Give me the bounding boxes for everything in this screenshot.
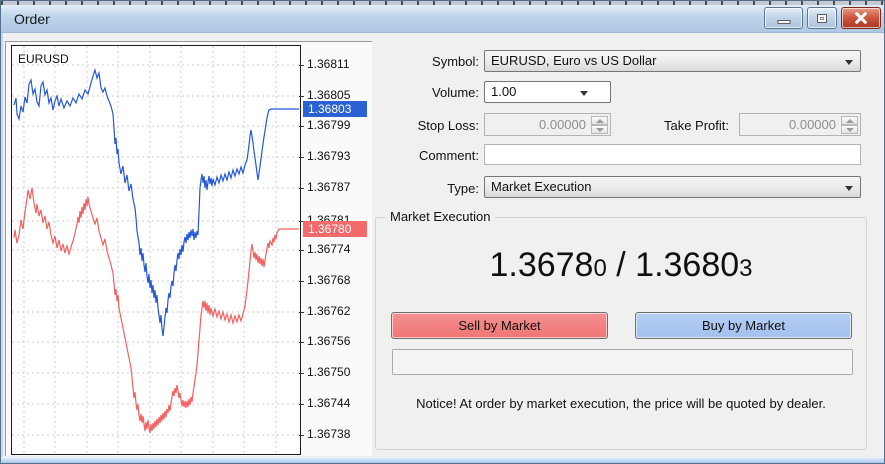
execution-progress-bar [392,349,853,375]
close-button[interactable] [841,7,881,29]
symbol-combobox[interactable]: EURUSD, Euro vs US Dollar [484,50,861,72]
take-profit-spinner [841,116,858,134]
tick-chart-svg [12,46,300,454]
symbol-value: EURUSD, Euro vs US Dollar [491,53,657,68]
take-profit-value: 0.00000 [789,117,836,132]
price-axis-label: 1.36762 [307,304,351,318]
close-icon [855,12,868,25]
window-border-left [1,33,3,457]
price-axis-tick [299,373,304,374]
price-axis-tick [299,188,304,189]
volume-label: Volume: [432,85,479,100]
chevron-down-icon [845,186,853,191]
type-label: Type: [447,181,479,196]
price-axis-label: 1.36793 [307,149,351,163]
group-title: Market Execution [385,209,496,224]
volume-value: 1.00 [491,84,517,99]
bid-price-last-digit: 0 [593,255,607,282]
stop-loss-value: 0.00000 [539,117,586,132]
chevron-down-icon [580,91,588,96]
maximize-button[interactable] [807,7,837,29]
price-separator: / [606,246,636,284]
price-axis-tick [299,404,304,405]
market-execution-group: Market Execution 1.36780 / 1.36803 Sell … [375,209,867,450]
window-border-bottom [1,457,884,463]
window-title: Order [14,11,50,27]
volume-combobox[interactable]: 1.00 [484,81,611,103]
spin-up-icon [841,116,858,125]
order-type-combobox[interactable]: Market Execution [484,176,861,198]
price-axis-label: 1.36756 [307,334,351,348]
order-dialog: Order EURUSD 1.36811 1.36805 1.36799 1.3679… [0,0,885,464]
price-axis-tick [299,435,304,436]
price-axis-tick [299,342,304,343]
symbol-label: Symbol: [432,54,479,69]
price-axis-label: 1.36774 [307,242,351,256]
tick-chart: EURUSD [11,45,301,455]
bid-price: 1.3678 [489,246,594,284]
price-axis-tick [299,250,304,251]
price-axis-tick [299,65,304,66]
price-axis-label: 1.36750 [307,365,351,379]
spin-up-icon [591,116,608,125]
ask-price: 1.3680 [635,246,740,284]
stop-loss-label: Stop Loss: [417,118,479,133]
minimize-button[interactable] [764,7,803,29]
bid-line [13,187,299,434]
sell-by-market-button[interactable]: Sell by Market [391,312,608,339]
bid-ask-quote: 1.36780 / 1.36803 [376,246,866,285]
price-axis-tick [299,126,304,127]
comment-label: Comment: [419,148,479,163]
buy-by-market-button[interactable]: Buy by Market [635,312,852,339]
maximize-icon [817,14,827,23]
tick-chart-panel: EURUSD 1.36811 1.36805 1.36799 1.36793 1.367… [5,41,372,456]
take-profit-label: Take Profit: [663,118,729,133]
ask-line [13,67,299,337]
price-axis-label: 1.36799 [307,118,351,132]
bid-price-marker: 1.36780 [303,221,367,237]
stop-loss-spinner [591,116,608,134]
ask-price-last-digit: 3 [739,255,753,282]
chart-symbol-label: EURUSD [18,52,69,66]
titlebar[interactable]: Order [1,5,884,33]
price-axis-label: 1.36787 [307,180,351,194]
take-profit-field: 0.00000 [739,113,861,136]
price-axis-label: 1.36744 [307,396,351,410]
price-axis-label: 1.36768 [307,273,351,287]
price-axis-tick [299,157,304,158]
minimize-icon [777,20,790,24]
chevron-down-icon [845,60,853,65]
ask-price-marker: 1.36803 [303,101,367,117]
order-type-value: Market Execution [491,179,592,194]
price-axis-tick [299,96,304,97]
stop-loss-field: 0.00000 [484,113,611,136]
price-axis-label: 1.36811 [307,57,350,71]
comment-input[interactable] [484,144,861,165]
spin-down-icon [591,125,608,134]
notice-text: Notice! At order by market execution, th… [416,396,826,411]
price-axis-tick [299,281,304,282]
price-axis-label: 1.36738 [307,427,351,441]
spin-down-icon [841,125,858,134]
price-axis-tick [299,312,304,313]
